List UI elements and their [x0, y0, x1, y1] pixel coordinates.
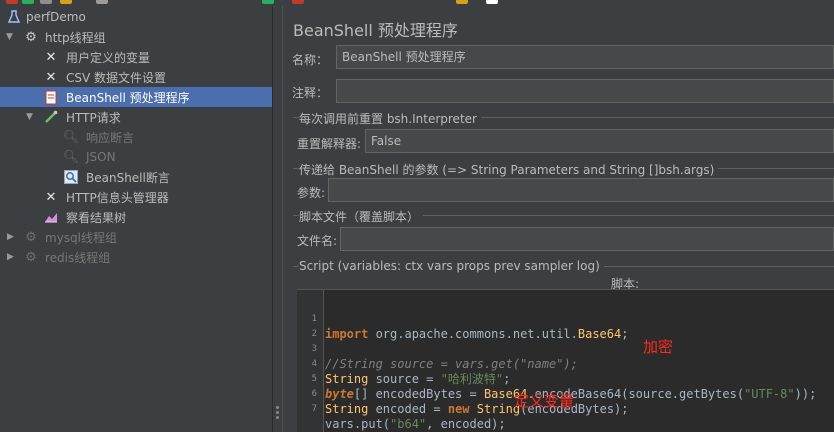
tree-item-redis-thread-group[interactable]: ▶ ⚙ redis线程组: [0, 247, 272, 267]
tree-item-response-assertion[interactable]: 🔍︎ 响应断言: [0, 127, 272, 147]
magnifier-icon: 🔍︎: [62, 129, 80, 145]
tree-item-label: http线程组: [45, 30, 106, 45]
tree-item-mysql-thread-group[interactable]: ▶ ⚙ mysql线程组: [0, 227, 272, 247]
annotation-encrypt: 加密: [643, 338, 674, 356]
reset-group-title: 每次调用前重置 bsh.Interpreter: [299, 110, 481, 127]
splitter-grip: [276, 416, 279, 419]
page-title: BeanShell 预处理程序: [293, 21, 458, 40]
line-number: 7: [311, 404, 317, 414]
toolbar-icon[interactable]: [60, 0, 72, 4]
gear-icon: ⚙: [25, 249, 37, 265]
toolbar-icon[interactable]: [22, 0, 34, 4]
params-label: 参数:: [297, 186, 326, 200]
script-editor[interactable]: 1 import org.apache.commons.net.util.Bas…: [297, 289, 834, 432]
gear-icon: ⚙: [25, 29, 37, 45]
tree-item-label: HTTP请求: [66, 110, 121, 125]
code-line: 2: [297, 312, 834, 339]
tree-item-label: mysql线程组: [45, 230, 117, 245]
toolbar-icon[interactable]: [456, 0, 468, 4]
file-group-title: 脚本文件（覆盖脚本）: [299, 208, 424, 225]
comment-field[interactable]: [336, 79, 834, 103]
file-label: 文件名:: [297, 234, 338, 248]
tree-item-label: BeanShell 预处理程序: [66, 90, 190, 105]
test-plan-tree: perfDemo ▼ ⚙ http线程组 ✕ 用户定义的变量 ✕ CSV 数据文…: [0, 6, 272, 432]
tree-item-label: 响应断言: [86, 130, 135, 145]
tree-item-beanshell-assertion[interactable]: BeanShell断言: [0, 167, 272, 187]
tree-item-label: perfDemo: [26, 10, 86, 24]
params-group-title: 传递给 BeanShell 的参数 (=> String Parameters …: [299, 161, 719, 178]
wrench-icon: ✕: [45, 189, 57, 205]
annotation-define-var: 定义变量: [514, 392, 575, 410]
tree-item-label: HTTP信息头管理器: [66, 190, 169, 205]
gear-icon: ⚙: [25, 229, 37, 245]
panel-splitter[interactable]: [272, 6, 283, 432]
pipette-icon: [43, 109, 59, 125]
tree-item-label: JSON: [86, 150, 116, 164]
tree-item-header-manager[interactable]: ✕ HTTP信息头管理器: [0, 187, 272, 207]
toolbar-icon[interactable]: [262, 0, 274, 4]
beanshell-config-panel: BeanShell 预处理程序 名称： BeanShell 预处理程序 注释： …: [283, 6, 834, 432]
wrench-icon: ✕: [45, 49, 57, 65]
params-field[interactable]: [328, 178, 834, 202]
code-line: 3 //String source = vars.get("name");: [297, 327, 834, 371]
document-icon: [43, 89, 59, 105]
splitter-grip: [276, 411, 279, 414]
comment-label: 注释：: [292, 86, 329, 100]
tree-item-csv[interactable]: ✕ CSV 数据文件设置: [0, 67, 272, 87]
code-line: 5 byte[] encodedBytes = Base64.encodeBas…: [297, 357, 834, 401]
flask-icon: [6, 9, 22, 25]
code-text: vars.put("b64", encoded);: [325, 417, 506, 431]
tree-item-label: redis线程组: [45, 250, 111, 265]
tree-item-label: CSV 数据文件设置: [66, 70, 167, 85]
script-group-title: Script (variables: ctx vars props prev s…: [299, 259, 604, 273]
tree-item-beanshell-preprocessor[interactable]: BeanShell 预处理程序: [0, 87, 272, 107]
tree-item-label: 察看结果树: [66, 210, 127, 225]
collapsed-arrow-icon[interactable]: ▶: [7, 252, 17, 262]
magnifier-icon: 🔍︎: [62, 149, 80, 165]
expanded-arrow-icon[interactable]: ▼: [6, 32, 16, 42]
tree-item-results-tree[interactable]: 察看结果树: [0, 207, 272, 227]
toolbar-icon[interactable]: [6, 0, 18, 4]
tree-item-perfdemo[interactable]: perfDemo: [0, 7, 272, 27]
toolbar-icon[interactable]: [292, 0, 304, 4]
splitter-grip: [276, 406, 279, 409]
chart-icon: [43, 209, 59, 225]
name-field[interactable]: BeanShell 预处理程序: [336, 45, 834, 69]
reset-label: 重置解释器:: [297, 137, 362, 151]
tree-item-label: BeanShell断言: [86, 170, 170, 185]
code-line: 4 String source = "哈利波特";: [297, 342, 834, 386]
code-text: String encoded = new String(encodedBytes…: [325, 402, 629, 416]
tree-item-label: 用户定义的变量: [66, 50, 151, 65]
expanded-arrow-icon[interactable]: ▼: [26, 112, 36, 122]
collapsed-arrow-icon[interactable]: ▶: [7, 232, 17, 242]
code-line: 1 import org.apache.commons.net.util.Bas…: [297, 297, 834, 341]
magnifier-icon: [63, 169, 79, 185]
wrench-icon: ✕: [45, 69, 57, 85]
reset-field[interactable]: False: [365, 129, 834, 153]
toolbar-icon[interactable]: [96, 0, 108, 4]
code-line: 6 String encoded = new String(encodedByt…: [297, 372, 834, 416]
toolbar-icon[interactable]: [486, 0, 498, 4]
tree-item-http-request[interactable]: ▼ HTTP请求: [0, 107, 272, 127]
file-field[interactable]: [340, 227, 834, 251]
tree-item-http-thread-group[interactable]: ▼ ⚙ http线程组: [0, 27, 272, 47]
name-label: 名称：: [292, 53, 329, 67]
tree-item-user-vars[interactable]: ✕ 用户定义的变量: [0, 47, 272, 67]
toolbar-icon[interactable]: [40, 0, 52, 4]
tree-item-json[interactable]: 🔍︎ JSON: [0, 147, 272, 167]
